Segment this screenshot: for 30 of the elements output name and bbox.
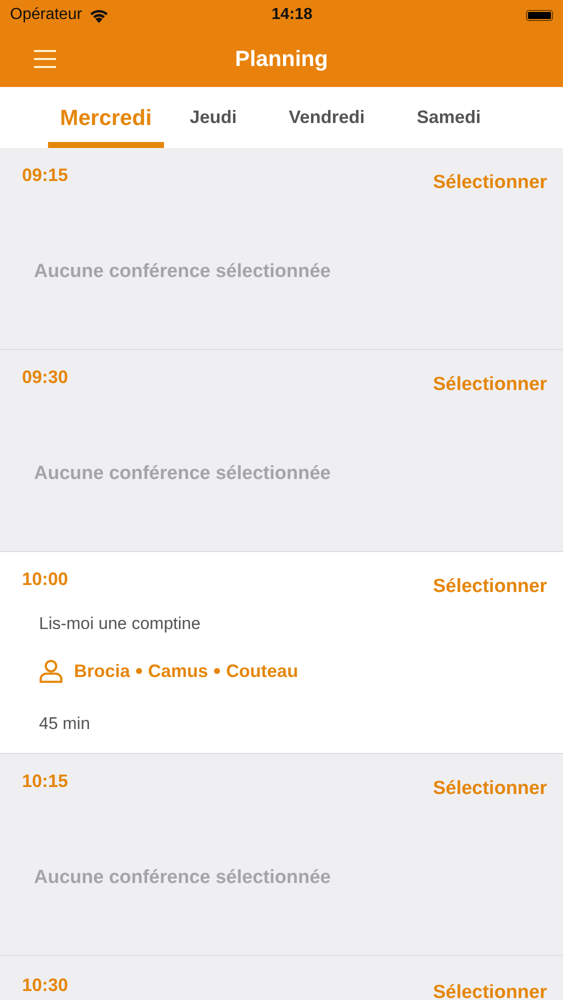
day-tab[interactable]: Jeudi bbox=[164, 87, 263, 148]
page-title: Planning bbox=[234, 46, 329, 72]
menu-icon[interactable] bbox=[34, 50, 56, 68]
slot-time: 10:00 bbox=[22, 569, 68, 590]
empty-message: Aucune conférence sélectionnée bbox=[34, 261, 332, 283]
select-link[interactable]: Sélectionner bbox=[432, 982, 547, 1000]
battery-icon bbox=[526, 10, 553, 20]
slot-time: 10:30 bbox=[22, 975, 68, 996]
separator-dot bbox=[136, 668, 142, 674]
slot-time: 09:15 bbox=[22, 165, 68, 186]
talk-title: Lis-moi une comptine bbox=[39, 614, 202, 634]
empty-message: Aucune conférence sélectionnée bbox=[34, 867, 332, 889]
day-tab[interactable]: Samedi bbox=[390, 87, 507, 148]
talk-duration: 45 min bbox=[39, 714, 92, 734]
empty-message: Aucune conférence sélectionnée bbox=[34, 463, 332, 485]
separator-dot bbox=[214, 668, 220, 674]
select-link[interactable]: Sélectionner bbox=[432, 374, 547, 396]
status-time: 14:18 bbox=[270, 6, 314, 24]
select-link[interactable]: Sélectionner bbox=[432, 172, 547, 194]
select-link[interactable]: Sélectionner bbox=[432, 778, 547, 800]
slot-time: 10:15 bbox=[22, 771, 68, 792]
carrier-name: Opérateur bbox=[10, 6, 82, 24]
wifi-icon bbox=[89, 8, 110, 22]
speaker-name: Brocia bbox=[74, 660, 130, 682]
slot-time: 09:30 bbox=[22, 367, 68, 388]
day-tab[interactable]: Vendredi bbox=[262, 87, 391, 148]
speaker-name: Couteau bbox=[226, 660, 298, 682]
person-icon bbox=[38, 658, 64, 684]
select-link[interactable]: Sélectionner bbox=[432, 576, 547, 598]
speaker-name: Camus bbox=[148, 660, 208, 682]
